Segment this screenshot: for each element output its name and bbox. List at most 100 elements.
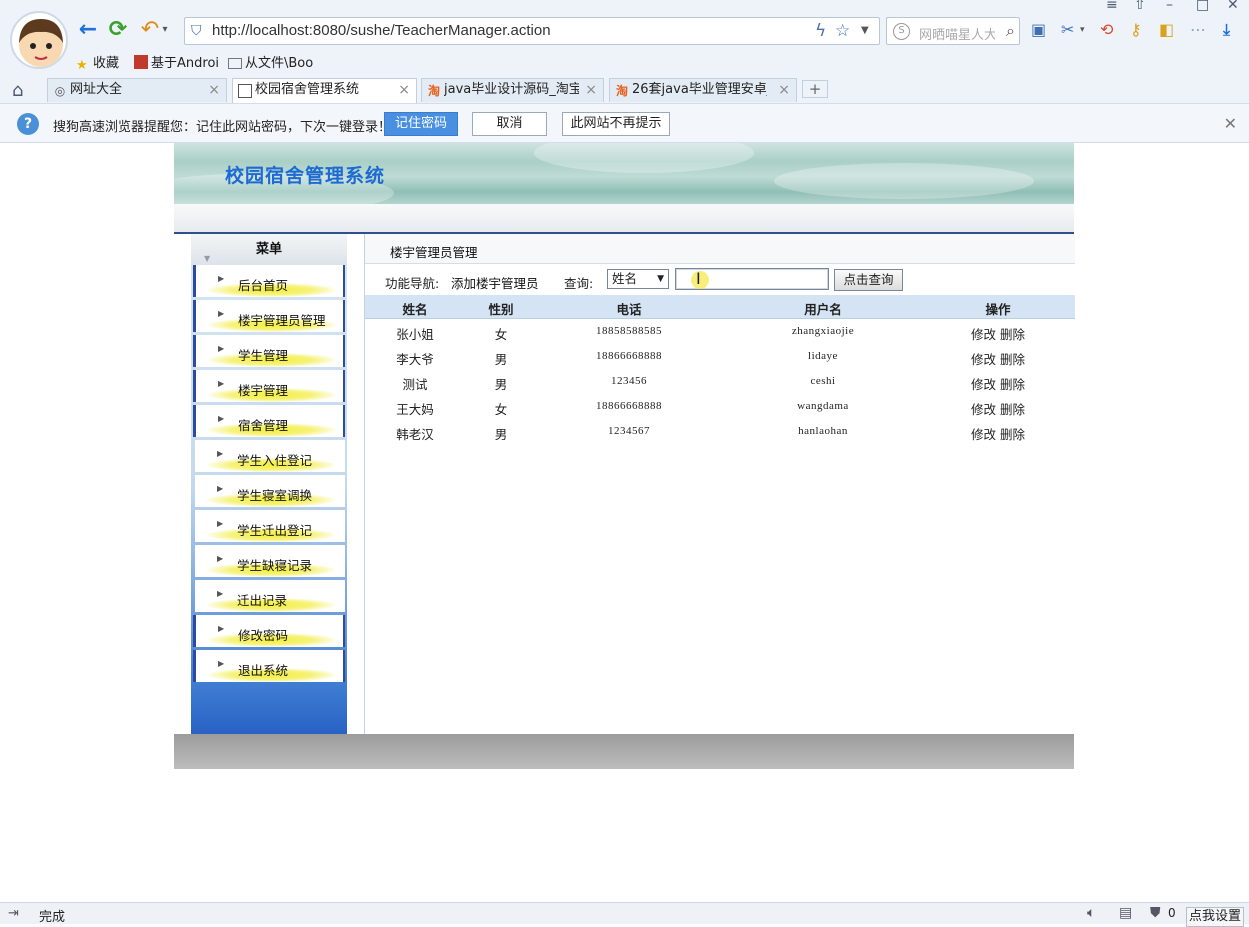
reader-icon[interactable]: ▣	[1031, 20, 1046, 40]
search-icon[interactable]: ⌕	[1006, 21, 1015, 41]
bookmark-favorites[interactable]: ★ 收藏	[76, 52, 119, 73]
edit-link[interactable]: 修改	[971, 349, 996, 368]
sidebar-toggle-icon[interactable]: ⇥	[8, 906, 19, 921]
search-bar[interactable]: S 网晒喵星人大 ⌕	[886, 17, 1020, 45]
undo-close-tab-button[interactable]: ↶	[138, 18, 162, 42]
column-header-gender: 性别	[488, 302, 514, 317]
cell-name: 李大爷	[396, 352, 434, 367]
tab-java-projects[interactable]: 淘 26套java毕业管理安卓js ×	[609, 78, 797, 102]
menu-item-label: 宿舍管理	[238, 418, 289, 433]
refresh-button[interactable]: ⟳	[106, 18, 130, 42]
close-icon[interactable]: ✕	[1224, 114, 1237, 133]
menu-icon[interactable]: ≡	[1106, 0, 1118, 13]
menu-header-label: 菜单	[255, 242, 282, 257]
tab-dorm-system[interactable]: 校园宿舍管理系统 ×	[232, 78, 417, 103]
column-header-actions: 操作	[985, 302, 1011, 317]
chevron-down-icon[interactable]: ▾	[1080, 20, 1085, 40]
adblock-icon[interactable]: ⛊	[1150, 905, 1161, 921]
sidebar-menu-item[interactable]: ▶ 学生迁出登记	[195, 510, 345, 542]
close-icon[interactable]: ×	[585, 79, 597, 101]
sidebar-menu-item[interactable]: ▶ 迁出记录	[195, 580, 345, 612]
maximize-icon[interactable]: □	[1196, 0, 1209, 13]
menu-item-label: 学生入住登记	[237, 453, 313, 468]
search-placeholder[interactable]: 网晒喵星人大	[919, 24, 995, 43]
scissors-icon[interactable]: ✂	[1061, 20, 1074, 40]
edit-link[interactable]: 修改	[971, 424, 996, 443]
sidebar-menu-item[interactable]: ▶ 学生寝室调换	[195, 475, 345, 507]
key-icon[interactable]: ⚷	[1130, 20, 1142, 40]
column-header-username: 用户名	[804, 302, 842, 317]
skin-icon[interactable]: ⇧	[1134, 0, 1146, 13]
cell-gender: 男	[494, 427, 508, 442]
cell-phone: 123456	[611, 375, 647, 387]
sidebar-menu-item[interactable]: ▶ 学生入住登记	[195, 440, 345, 472]
edit-link[interactable]: 修改	[971, 374, 996, 393]
close-icon[interactable]: ×	[208, 79, 220, 101]
device-icon[interactable]: ▤	[1119, 905, 1132, 921]
minimize-icon[interactable]: –	[1166, 0, 1173, 13]
sidebar-menu-item[interactable]: ▶ 后台首页	[193, 265, 345, 297]
status-text: 完成	[39, 910, 66, 925]
delete-link[interactable]: 删除	[1000, 324, 1025, 343]
query-button[interactable]: 点击查询	[834, 269, 903, 291]
delete-link[interactable]: 删除	[1000, 424, 1025, 443]
site-footer	[174, 734, 1074, 769]
sidebar-menu-item[interactable]: ▶ 楼宇管理	[193, 370, 345, 402]
sidebar-menu-item[interactable]: ▶ 学生管理	[193, 335, 345, 367]
back-button[interactable]: ←	[76, 18, 100, 42]
query-field-select[interactable]: 姓名 ▼	[607, 269, 669, 289]
new-tab-button[interactable]: +	[802, 80, 828, 98]
lightning-icon[interactable]: ϟ	[815, 21, 826, 41]
user-avatar[interactable]	[10, 11, 68, 69]
water-ripple	[774, 163, 1034, 199]
address-bar[interactable]: ⛉ http://localhost:8080/sushe/TeacherMan…	[184, 17, 880, 45]
home-icon[interactable]: ⌂	[12, 80, 23, 101]
sidebar-menu-item[interactable]: ▶ 退出系统	[193, 650, 345, 682]
sidebar-menu-item[interactable]: ▶ 宿舍管理	[193, 405, 345, 437]
chevron-right-icon: ▶	[217, 589, 224, 598]
translate-icon[interactable]: ⟲	[1100, 20, 1113, 40]
site-title: 校园宿舍管理系统	[225, 165, 386, 187]
remember-password-button[interactable]: 记住密码	[384, 112, 458, 136]
delete-link[interactable]: 删除	[1000, 399, 1025, 418]
never-prompt-button[interactable]: 此网站不再提示	[562, 112, 670, 136]
delete-link[interactable]: 删除	[1000, 349, 1025, 368]
cell-name: 张小姐	[396, 327, 434, 342]
chevron-down-icon[interactable]: ▼	[861, 25, 869, 36]
cell-username: zhangxiaojie	[791, 325, 855, 337]
star-icon[interactable]: ☆	[835, 21, 850, 41]
download-icon[interactable]: ⤓	[1223, 20, 1230, 40]
query-field-value: 姓名	[612, 271, 638, 286]
extension-icon[interactable]: ◧	[1159, 20, 1174, 40]
tab-label: 校园宿舍管理系统	[255, 82, 360, 97]
cancel-button[interactable]: 取消	[472, 112, 547, 136]
cell-username: wangdama	[797, 400, 849, 412]
sound-icon[interactable]: 🔈︎	[1087, 905, 1095, 921]
settings-button[interactable]: 点我设置	[1186, 907, 1244, 927]
edit-link[interactable]: 修改	[971, 399, 996, 418]
tab-taobao-search[interactable]: 淘 java毕业设计源码_淘宝搜 ×	[421, 78, 604, 102]
column-header-phone: 电话	[616, 302, 642, 317]
sidebar-menu-item[interactable]: ▶ 楼宇管理员管理	[193, 300, 345, 332]
close-icon[interactable]: ×	[778, 79, 790, 101]
menu-item-label: 学生寝室调换	[237, 488, 313, 503]
query-input[interactable]: I	[675, 268, 829, 290]
chevron-right-icon: ▶	[217, 484, 224, 493]
more-icon[interactable]: ⋯	[1190, 20, 1206, 40]
cell-username: ceshi	[810, 375, 836, 387]
bookmark-android[interactable]: 基于Androi	[134, 52, 219, 71]
edit-link[interactable]: 修改	[971, 324, 996, 343]
sidebar-menu-item[interactable]: ▶ 修改密码	[193, 615, 345, 647]
close-icon[interactable]: ×	[398, 79, 410, 101]
url-text[interactable]: http://localhost:8080/sushe/TeacherManag…	[212, 22, 551, 39]
adblock-count: 0	[1168, 906, 1176, 920]
tab-url-directory[interactable]: ◎ 网址大全 ×	[47, 78, 227, 102]
sidebar-menu-item[interactable]: ▶ 学生缺寝记录	[195, 545, 345, 577]
tab-label: 网址大全	[70, 82, 123, 97]
add-manager-link[interactable]: 添加楼宇管理员	[451, 273, 539, 292]
nav-label: 功能导航:	[385, 276, 440, 291]
delete-link[interactable]: 删除	[1000, 374, 1025, 393]
chevron-down-icon[interactable]: ▾	[160, 18, 170, 42]
close-icon[interactable]: ✕	[1227, 0, 1239, 13]
bookmark-folder[interactable]: 从文件\Boo	[228, 52, 313, 71]
